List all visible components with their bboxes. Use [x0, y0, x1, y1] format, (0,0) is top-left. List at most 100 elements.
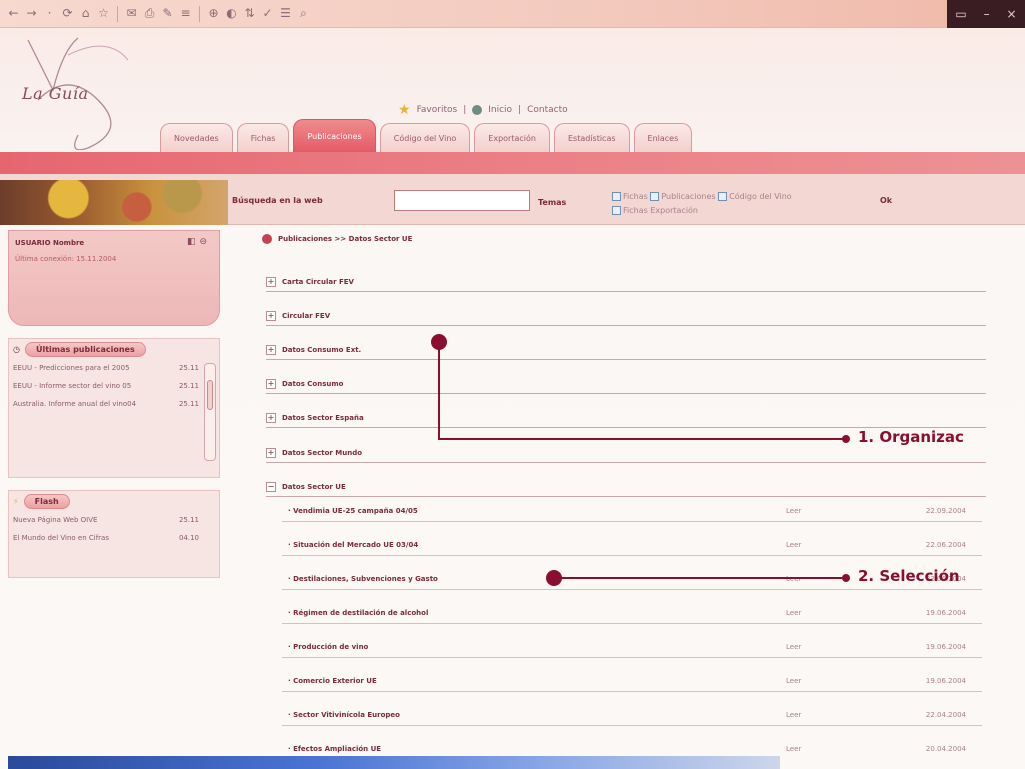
- inicio-link[interactable]: Inicio: [488, 105, 512, 115]
- collapse-icon[interactable]: −: [266, 481, 276, 492]
- read-link[interactable]: Leer: [786, 745, 866, 753]
- category-row[interactable]: + Datos Consumo Ext.: [266, 340, 986, 360]
- row-title[interactable]: · Efectos Ampliación UE: [282, 745, 786, 753]
- clock-icon: ◷: [13, 344, 20, 354]
- tab-publicaciones[interactable]: Publicaciones: [293, 119, 376, 152]
- row-date: 19.06.2004: [925, 608, 966, 617]
- category-label: Circular FEV: [282, 311, 331, 320]
- expand-icon[interactable]: +: [266, 310, 276, 321]
- checkbox-codigo[interactable]: [718, 192, 728, 201]
- close-icon[interactable]: ×: [1006, 7, 1016, 21]
- category-row[interactable]: + Datos Sector Mundo: [266, 443, 986, 463]
- zoom-icon[interactable]: ⊕: [206, 6, 221, 21]
- logo-text: La Guía: [22, 84, 89, 103]
- row-title[interactable]: · Situación del Mercado UE 03/04: [282, 541, 786, 549]
- callout-2: 2. Selección: [858, 567, 960, 585]
- item-date: 25.11: [178, 382, 199, 390]
- logout-icon[interactable]: ⊖: [199, 237, 207, 247]
- edit-icon[interactable]: ✎: [160, 6, 175, 21]
- checkbox-fichas[interactable]: [612, 192, 621, 201]
- expand-icon[interactable]: +: [266, 276, 276, 287]
- expand-icon[interactable]: +: [266, 447, 276, 458]
- refresh-icon[interactable]: ⟳: [60, 6, 75, 21]
- user-box: USUARIO Nombre Última conexión: 15.11.20…: [8, 230, 220, 326]
- minimize-icon[interactable]: –: [984, 7, 990, 21]
- list-item[interactable]: Nueva Página Web OIVE 25.11: [9, 511, 219, 529]
- favorites-icon[interactable]: ☆: [96, 6, 111, 21]
- callout-line: [438, 438, 848, 440]
- read-link[interactable]: Leer: [786, 541, 866, 549]
- tab-novedades[interactable]: Novedades: [160, 123, 233, 152]
- item-date: 25.11: [178, 364, 199, 372]
- list-item[interactable]: Australia. Informe anual del vino04 25.11: [9, 395, 219, 413]
- tab-codigo-del-vino[interactable]: Código del Vino: [379, 123, 471, 152]
- dot-icon: ·: [47, 6, 52, 20]
- contrast-icon[interactable]: ◐: [224, 6, 239, 21]
- search-icon[interactable]: ⌕: [296, 6, 311, 21]
- category-row[interactable]: + Circular FEV: [266, 306, 986, 326]
- row-title[interactable]: · Comercio Exterior UE: [282, 677, 786, 685]
- tab-enlaces[interactable]: Enlaces: [633, 123, 693, 152]
- read-link[interactable]: Leer: [786, 711, 866, 719]
- list-icon[interactable]: ☰: [278, 6, 293, 21]
- panel-header: ◷ Últimas publicaciones: [9, 339, 219, 359]
- row-title[interactable]: · Régimen de destilación de alcohol: [282, 609, 786, 617]
- tab-estadisticas[interactable]: Estadísticas: [553, 123, 630, 152]
- check-icon[interactable]: ✓: [260, 6, 275, 21]
- back-icon[interactable]: ←: [6, 6, 21, 21]
- row-date: 19.06.2004: [925, 676, 966, 685]
- read-link[interactable]: Leer: [786, 507, 866, 515]
- read-link[interactable]: Leer: [786, 609, 866, 617]
- checkbox-label: Fichas Exportación: [623, 206, 698, 215]
- restore-icon[interactable]: ▭: [955, 7, 966, 21]
- breadcrumb-text[interactable]: Publicaciones >> Datos Sector UE: [278, 235, 412, 243]
- row-title[interactable]: · Sector Vitivinícola Europeo: [282, 711, 786, 719]
- list-item[interactable]: EEUU - Predicciones para el 2005 25.11: [9, 359, 219, 377]
- search-input[interactable]: [394, 190, 530, 211]
- contacto-link[interactable]: Contacto: [527, 105, 568, 115]
- read-link[interactable]: Leer: [786, 643, 866, 651]
- expand-icon[interactable]: +: [266, 412, 276, 423]
- ok-button[interactable]: Ok: [880, 196, 892, 205]
- home-icon[interactable]: ⌂: [78, 6, 93, 21]
- expand-icon[interactable]: +: [266, 378, 276, 389]
- menu-icon[interactable]: ≡: [178, 6, 193, 21]
- expand-icon[interactable]: +: [266, 344, 276, 355]
- table-row: · Producción de vino Leer 19.06.2004: [282, 636, 982, 658]
- favoritos-link[interactable]: Favoritos: [417, 105, 458, 115]
- print-icon[interactable]: ⎙: [142, 6, 157, 21]
- read-link[interactable]: Leer: [786, 677, 866, 685]
- category-row[interactable]: + Datos Consumo: [266, 374, 986, 394]
- list-item[interactable]: El Mundo del Vino en Cifras 04.10: [9, 529, 219, 547]
- flash-icon: ⚡: [13, 496, 19, 506]
- list-item[interactable]: EEUU - Informe sector del vino 05 25.11: [9, 377, 219, 395]
- row-title[interactable]: · Producción de vino: [282, 643, 786, 651]
- user-profile-icon[interactable]: ◧: [187, 237, 196, 247]
- window-controls: ▭ – ×: [947, 0, 1025, 28]
- checkbox-exportacion[interactable]: [612, 206, 621, 215]
- forward-icon[interactable]: →: [24, 6, 39, 21]
- tab-fichas[interactable]: Fichas: [236, 123, 290, 152]
- scrollbar[interactable]: [204, 363, 216, 461]
- category-row[interactable]: + Datos Sector España: [266, 408, 986, 428]
- category-row-expanded[interactable]: − Datos Sector UE: [266, 477, 986, 497]
- item-text: EEUU - Predicciones para el 2005: [13, 364, 130, 372]
- row-title[interactable]: · Vendimia UE-25 campaña 04/05: [282, 507, 786, 515]
- temas-label: Temas: [538, 198, 567, 207]
- sync-icon[interactable]: ⇅: [242, 6, 257, 21]
- search-label: Búsqueda en la web: [232, 196, 323, 205]
- scrollbar-thumb[interactable]: [207, 380, 213, 410]
- checkbox-label: Fichas: [623, 192, 648, 201]
- tab-exportacion[interactable]: Exportación: [474, 123, 550, 152]
- main-tabs: Novedades Fichas Publicaciones Código de…: [160, 118, 693, 152]
- star-icon: ★: [398, 102, 411, 118]
- checkbox-publicaciones[interactable]: [650, 192, 660, 201]
- checkbox-label: Publicaciones: [661, 192, 716, 201]
- row-date: 22.06.2004: [925, 540, 966, 549]
- mail-icon[interactable]: ✉: [124, 6, 139, 21]
- row-date: 22.09.2004: [925, 506, 966, 515]
- category-row[interactable]: + Carta Circular FEV: [266, 272, 986, 292]
- search-filters: Fichas Publicaciones Código del Vino Fic…: [612, 190, 862, 218]
- callout-1: 1. Organizac: [858, 428, 964, 446]
- table-row: · Sector Vitivinícola Europeo Leer 22.04.2…: [282, 704, 982, 726]
